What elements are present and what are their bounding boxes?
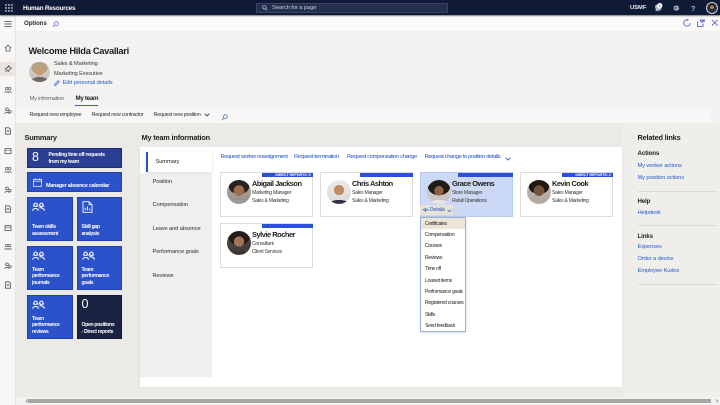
svg-text:1: 1: [659, 4, 661, 8]
